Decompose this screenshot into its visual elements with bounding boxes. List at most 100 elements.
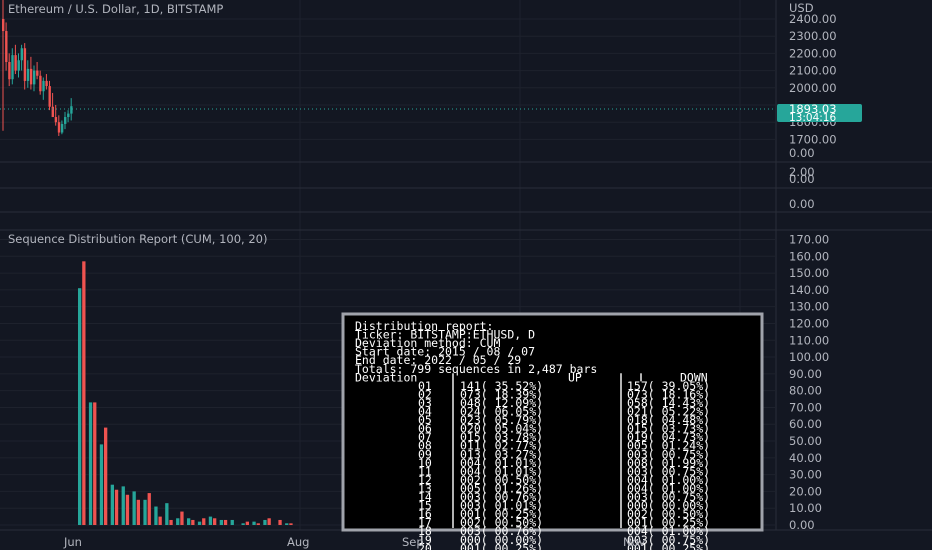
candle-body (51, 106, 54, 118)
histogram-tick: 40.00 (789, 451, 822, 465)
bar-down (213, 518, 217, 525)
histogram-tick: 150.00 (789, 266, 829, 280)
bar-up (263, 519, 267, 525)
bar-down (125, 494, 130, 525)
small-pane-tick: 0.00 (789, 172, 815, 186)
histogram-tick: 120.00 (789, 316, 829, 330)
bar-down (169, 519, 173, 525)
price-tick: 2300.00 (789, 29, 837, 43)
bar-up (285, 523, 289, 525)
bar-up (132, 491, 136, 525)
bar-down (245, 521, 249, 525)
bar-up (187, 518, 191, 525)
bar-up (208, 516, 213, 525)
report-col-up: UP (568, 370, 582, 384)
histogram-tick: 0.00 (789, 518, 815, 532)
time-tick: Jun (63, 535, 82, 549)
candle-body (54, 117, 58, 123)
candle-body (26, 68, 30, 81)
candle-body (5, 31, 8, 62)
bar-up (143, 499, 147, 525)
price-tick: 2100.00 (789, 64, 837, 78)
candle-body (11, 55, 14, 80)
price-pane-title: Ethereum / U.S. Dollar, 1D, BITSTAMP (8, 2, 223, 16)
bar-down (147, 493, 151, 525)
bar-up (197, 521, 202, 525)
candle-body (8, 62, 11, 80)
histogram-title: Sequence Distribution Report (CUM, 100, … (8, 232, 267, 246)
bar-up (88, 402, 93, 525)
report-col-deviation: Deviation (355, 370, 417, 384)
report-row-up: 001( 00.25%) (460, 541, 543, 550)
time-tick: Nov (623, 535, 646, 549)
histogram-tick: 100.00 (789, 350, 829, 364)
bar-down (158, 516, 162, 525)
candle-body (67, 113, 70, 118)
candle-body (33, 70, 36, 85)
candle-body (45, 80, 48, 87)
distribution-report-table: Distribution report:Ticker: BITSTAMP:ETH… (341, 312, 764, 550)
bar-up (154, 506, 158, 525)
candle-body (39, 75, 42, 92)
bar-down (267, 518, 271, 525)
time-tick: Sep (402, 535, 424, 549)
candle-body (23, 48, 27, 81)
bar-down (289, 523, 293, 525)
histogram-tick: 70.00 (789, 400, 822, 414)
price-tick: 1700.00 (789, 132, 837, 146)
bar-up (121, 486, 125, 525)
countdown-timer: 13:04:16 (789, 112, 836, 124)
bar-down (191, 519, 195, 525)
candle-body (42, 80, 45, 92)
price-tick: 2400.00 (789, 12, 837, 26)
histogram-tick: 170.00 (789, 233, 829, 247)
bar-up (252, 521, 256, 525)
tradingview-chart[interactable]: Ethereum / U.S. Dollar, 1D, BITSTAMP USD… (0, 0, 932, 550)
bar-up (219, 519, 223, 525)
candle-body (48, 86, 51, 107)
candle-body (36, 70, 39, 76)
small-pane-tick: 0.00 (789, 197, 815, 211)
candle-body (60, 123, 64, 133)
bar-down (202, 518, 206, 525)
histogram-tick: 50.00 (789, 434, 822, 448)
histogram-tick: 110.00 (789, 333, 829, 347)
bar-up (110, 484, 114, 525)
candle-body (17, 60, 20, 71)
bar-down (223, 519, 228, 525)
bar-up (176, 518, 180, 525)
price-tick: 2000.00 (789, 81, 837, 95)
candle-body (57, 122, 61, 133)
bar-down (93, 402, 97, 525)
candle-body (70, 106, 73, 114)
candle-body (64, 117, 67, 124)
histogram-tick: 160.00 (789, 249, 829, 263)
bar-up (165, 503, 169, 525)
candle-body (29, 68, 33, 85)
histogram-tick: 30.00 (789, 468, 822, 482)
bar-up (78, 288, 82, 525)
candle-body (14, 55, 17, 71)
histogram-tick: 60.00 (789, 417, 822, 431)
small-pane-tick: 0.00 (789, 146, 815, 160)
histogram-tick: 90.00 (789, 367, 822, 381)
bar-down (114, 489, 119, 525)
small-pane-axes: 0.002.000.000.00 (789, 146, 815, 211)
bar-down (256, 523, 260, 525)
histogram-tick: 20.00 (789, 484, 822, 498)
histogram-tick: 130.00 (789, 300, 829, 314)
bar-down (136, 499, 140, 525)
bar-down (278, 519, 282, 525)
histogram-tick: 140.00 (789, 283, 829, 297)
candle-body (20, 48, 23, 61)
bar-down (104, 427, 108, 525)
candle-body (2, 19, 5, 32)
time-tick: Aug (287, 535, 309, 549)
price-tick: 2200.00 (789, 46, 837, 60)
bar-up (99, 444, 104, 525)
bar-up (241, 523, 245, 525)
bar-down (180, 511, 184, 525)
histogram-tick: 10.00 (789, 501, 822, 515)
bar-down (82, 261, 86, 525)
histogram-tick: 80.00 (789, 384, 822, 398)
